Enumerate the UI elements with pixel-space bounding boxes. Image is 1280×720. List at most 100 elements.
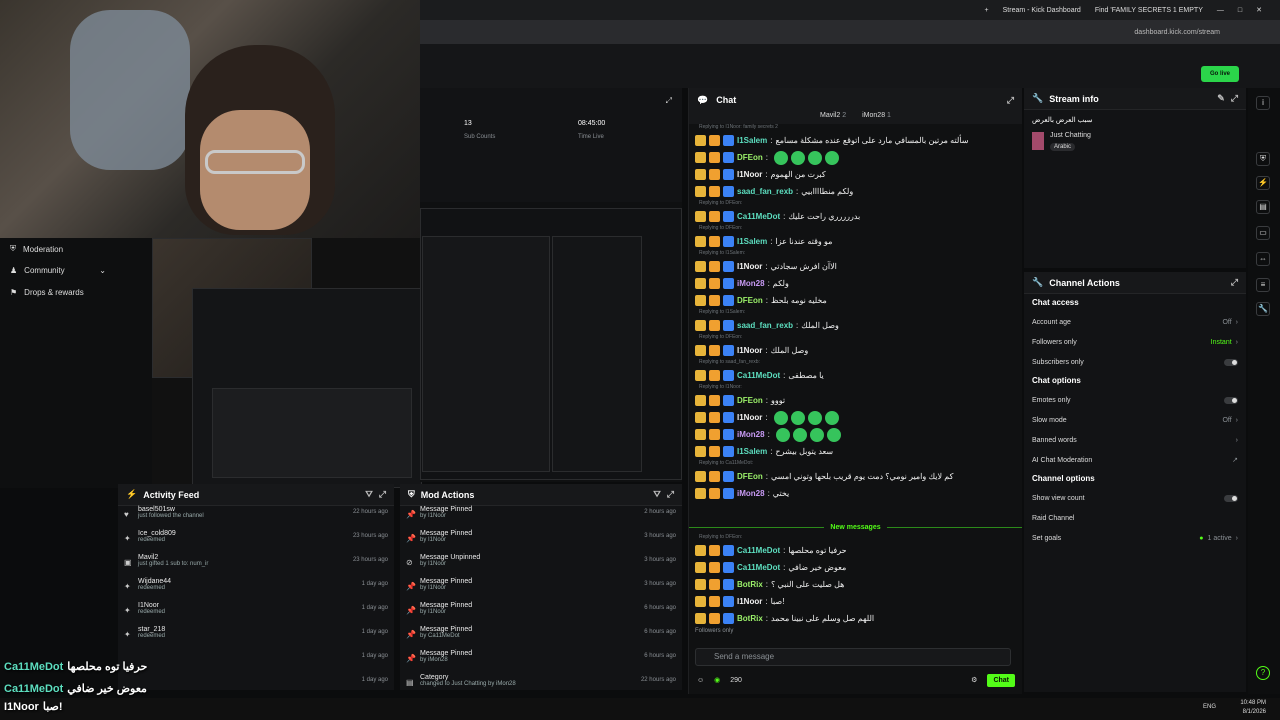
- popout-icon[interactable]: ⤢: [1007, 95, 1014, 106]
- chat-username[interactable]: Ca11MeDot: [737, 563, 780, 572]
- chat-username[interactable]: BotRix: [737, 614, 763, 623]
- chat-username[interactable]: iMon28: [737, 430, 765, 439]
- wrench-icon[interactable]: 🔧: [1256, 302, 1270, 316]
- chat-username[interactable]: saad_fan_rexb: [737, 187, 793, 196]
- mod-action: Message Pinned: [420, 506, 473, 513]
- chat-message[interactable]: I1Salem: سألته مرتين بالمسافي مارد على ات…: [689, 132, 1022, 149]
- slow-mode-row[interactable]: Slow mode Off ›: [1024, 410, 1246, 430]
- chat-username[interactable]: I1Noor: [737, 597, 762, 606]
- ai-moderation-row[interactable]: AI Chat Moderation ↗: [1024, 450, 1246, 470]
- chat-message[interactable]: iMon28: ولكم: [689, 275, 1022, 292]
- shield-icon[interactable]: ⛨: [1256, 152, 1270, 166]
- chat-username[interactable]: I1Noor: [737, 346, 762, 355]
- chat-message[interactable]: saad_fan_rexb: وصل الملك: [689, 317, 1022, 334]
- list-icon[interactable]: ≡: [1256, 278, 1270, 292]
- emote-icon[interactable]: ☺: [697, 677, 704, 684]
- chat-message[interactable]: I1Salem: مو وقته عندنا عزا: [689, 233, 1022, 250]
- minimize-icon[interactable]: —: [1217, 7, 1224, 14]
- emote-icon: [774, 150, 789, 165]
- edit-icon[interactable]: ✎: [1217, 93, 1225, 104]
- raid-channel-row[interactable]: Raid Channel: [1024, 508, 1246, 528]
- chat-input[interactable]: Send a message: [695, 648, 1011, 666]
- chat-username[interactable]: DFEon: [737, 296, 763, 305]
- chat-message[interactable]: DFEon: مخليه نومه بلحظ: [689, 292, 1022, 309]
- help-icon[interactable]: ?: [1256, 666, 1270, 680]
- chat-username[interactable]: DFEon: [737, 153, 763, 162]
- link-icon[interactable]: ⇔: [1256, 252, 1270, 266]
- url-text[interactable]: dashboard.kick.com/stream: [1134, 29, 1220, 36]
- go-live-button[interactable]: Go live: [1201, 66, 1239, 82]
- send-chat-button[interactable]: Chat: [987, 673, 1015, 687]
- chat-message[interactable]: I1Noor:: [689, 409, 1022, 426]
- bolt-icon[interactable]: ⚡: [1256, 176, 1270, 190]
- followers-only-row[interactable]: Followers only Instant ›: [1024, 332, 1246, 352]
- chat-message[interactable]: iMon28:: [689, 426, 1022, 443]
- pinned-user-1[interactable]: Mavil2 2: [820, 112, 846, 124]
- chat-username[interactable]: Ca11MeDot: [737, 546, 780, 555]
- show-view-count-toggle[interactable]: [1224, 494, 1238, 502]
- chat-message[interactable]: DFEon:: [689, 149, 1022, 166]
- new-messages-divider: New messages: [689, 520, 1023, 534]
- chat-username[interactable]: I1Salem: [737, 136, 767, 145]
- browser-tab-find[interactable]: Find 'FAMILY SECRETS 1 EMPTY: [1095, 7, 1203, 14]
- new-tab-icon[interactable]: +: [985, 7, 989, 14]
- chat-message[interactable]: Ca11MeDot: يا مصطفى: [689, 367, 1022, 384]
- nav-drops[interactable]: ⚑ Drops & rewards: [10, 288, 84, 297]
- chat-username[interactable]: DFEon: [737, 396, 763, 405]
- chat-message[interactable]: Ca11MeDot: معوض خير ضافي: [689, 559, 1022, 576]
- popout-icon[interactable]: ⤢: [666, 96, 672, 106]
- popout-icon[interactable]: ⤢: [1231, 277, 1238, 288]
- gear-icon[interactable]: ⚙: [971, 676, 977, 684]
- language-indicator[interactable]: ENG: [1203, 704, 1216, 710]
- close-icon[interactable]: ✕: [1256, 6, 1262, 14]
- browser-tab-kick[interactable]: Stream - Kick Dashboard: [1003, 7, 1081, 14]
- chat-username[interactable]: Ca11MeDot: [737, 371, 780, 380]
- chat-message[interactable]: BotRix: هل صليت على النبي ؟: [689, 576, 1022, 593]
- chat-message[interactable]: I1Noor: صبا!: [689, 593, 1022, 610]
- chat-username[interactable]: I1Noor: [737, 413, 762, 422]
- chat-message[interactable]: DFEon: كم لايك وامير نومي؟ دمت يوم قريب ب…: [689, 468, 1022, 485]
- set-goals-row[interactable]: Set goals ● 1 active ›: [1024, 528, 1246, 548]
- chat-username[interactable]: I1Noor: [737, 262, 762, 271]
- chat-bubble-icon[interactable]: ▭: [1256, 226, 1270, 240]
- emotes-only-toggle[interactable]: [1224, 396, 1238, 404]
- chat-message[interactable]: I1Noor: وصل الملك: [689, 342, 1022, 359]
- address-bar[interactable]: dashboard.kick.com/stream: [420, 20, 1280, 44]
- chat-username[interactable]: saad_fan_rexb: [737, 321, 793, 330]
- chat-username[interactable]: Ca11MeDot: [737, 212, 780, 221]
- badge-icon: [695, 545, 706, 556]
- badge-icon: [709, 345, 720, 356]
- chat-message[interactable]: Ca11MeDot: بدررررري راحت عليك: [689, 208, 1022, 225]
- chat-message[interactable]: saad_fan_rexb: ولكم منطاااابيي: [689, 183, 1022, 200]
- chat-username[interactable]: iMon28: [737, 279, 765, 288]
- chat-text: ولكم منطاااابيي: [801, 187, 854, 196]
- maximize-icon[interactable]: □: [1238, 7, 1242, 14]
- chat-input-placeholder: Send a message: [714, 652, 775, 661]
- info-icon[interactable]: i: [1256, 96, 1270, 110]
- nav-moderation[interactable]: ⛨ Moderation: [10, 244, 63, 254]
- subscribers-only-toggle[interactable]: [1224, 358, 1238, 366]
- chat-message[interactable]: I1Salem: سعد يتوبل بيشرح: [689, 443, 1022, 460]
- clipboard-icon[interactable]: ▤: [1256, 200, 1270, 214]
- nav-community[interactable]: ♟ Community ⌄: [10, 266, 106, 275]
- popout-icon[interactable]: ⤢: [379, 489, 386, 500]
- chat-username[interactable]: I1Salem: [737, 447, 767, 456]
- chat-message[interactable]: DFEon: تووو: [689, 392, 1022, 409]
- chat-message[interactable]: I1Noor: الاآن افرش سجادتي: [689, 258, 1022, 275]
- chat-message[interactable]: I1Noor: كبرت من الهموم: [689, 166, 1022, 183]
- chat-username[interactable]: I1Salem: [737, 237, 767, 246]
- account-age-row[interactable]: Account age Off ›: [1024, 312, 1246, 332]
- chat-username[interactable]: BotRix: [737, 580, 763, 589]
- chat-username[interactable]: DFEon: [737, 472, 763, 481]
- popout-icon[interactable]: ⤢: [1231, 93, 1238, 104]
- chat-message[interactable]: iMon28: يختي: [689, 485, 1022, 502]
- chat-message[interactable]: BotRix: اللهم صل وسلم على نبينا محمد: [689, 610, 1022, 627]
- banned-words-row[interactable]: Banned words ›: [1024, 430, 1246, 450]
- chat-username[interactable]: I1Noor: [737, 170, 762, 179]
- filter-icon[interactable]: ⛛: [365, 489, 373, 500]
- pinned-user-2[interactable]: iMon28 1: [862, 112, 891, 124]
- chat-message[interactable]: Ca11MeDot: حرفيا توه محلصها: [689, 542, 1022, 559]
- chat-username[interactable]: iMon28: [737, 489, 765, 498]
- popout-icon[interactable]: ⤢: [667, 489, 674, 500]
- filter-icon[interactable]: ⛛: [653, 489, 661, 500]
